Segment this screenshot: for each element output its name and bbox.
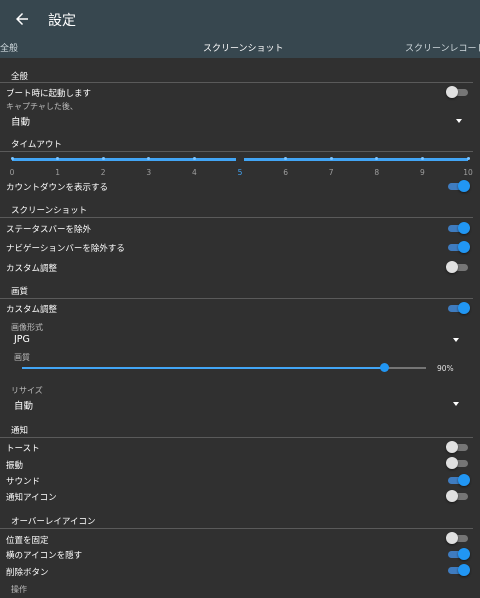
section-header-general: 全般 — [11, 72, 29, 82]
countdown-toggle[interactable] — [446, 179, 472, 193]
quality-slider-thumb[interactable] — [380, 363, 389, 372]
delete-button-toggle[interactable] — [446, 563, 472, 577]
exclude-status-toggle[interactable] — [446, 221, 472, 235]
tab-general[interactable]: 全般 — [0, 41, 18, 54]
exclude-status-label: ステータスバーを除外 — [6, 225, 92, 235]
operation-label: 操作 — [11, 585, 27, 594]
timeout-tick-label: 3 — [146, 168, 152, 177]
divider — [0, 437, 473, 438]
timeout-tick-label: 6 — [283, 168, 288, 177]
boot-start-label: ブート時に起動します — [6, 89, 92, 99]
section-header-timeout: タイムアウト — [11, 140, 62, 150]
section-header-overlay: オーバーレイアイコン — [11, 517, 96, 527]
notify-icon-label: 通知アイコン — [6, 493, 57, 503]
timeout-tick-label: 10 — [463, 168, 473, 177]
timeout-tick[interactable] — [101, 157, 105, 160]
timeout-slider-left-segment — [12, 158, 236, 161]
divider — [0, 528, 473, 529]
section-header-screenshot: スクリーンショット — [11, 206, 88, 216]
divider — [0, 151, 473, 152]
timeout-tick[interactable] — [420, 157, 424, 160]
image-format-dropdown[interactable]: JPG — [14, 334, 30, 345]
fix-position-label: 位置を固定 — [6, 536, 49, 546]
vibrate-toggle[interactable] — [446, 456, 472, 470]
timeout-slider-right-segment — [244, 158, 468, 161]
screenshot-custom-label: カスタム調整 — [6, 264, 58, 274]
quality-value: 90% — [437, 364, 454, 373]
timeout-tick-label: 5 — [237, 168, 243, 177]
page-title: 設定 — [48, 13, 76, 29]
divider — [0, 298, 473, 299]
image-format-label: 画像形式 — [11, 323, 43, 332]
countdown-label: カウントダウンを表示する — [6, 183, 109, 193]
section-header-quality: 画質 — [11, 287, 29, 297]
timeout-tick-label: 8 — [374, 168, 380, 177]
timeout-tick-label: 1 — [55, 168, 60, 177]
timeout-tick[interactable] — [192, 157, 196, 160]
timeout-tick-label: 9 — [420, 168, 425, 177]
timeout-tick[interactable] — [466, 157, 470, 160]
timeout-tick-label: 7 — [328, 168, 334, 177]
quality-slider-fill — [22, 367, 384, 369]
boot-start-toggle[interactable] — [446, 85, 472, 99]
section-header-notify: 通知 — [11, 426, 29, 436]
timeout-tick-label: 2 — [100, 168, 106, 177]
timeout-tick-label: 4 — [192, 168, 197, 177]
delete-button-label: 削除ボタン — [6, 568, 49, 578]
screenshot-custom-toggle[interactable] — [446, 260, 472, 274]
toast-toggle[interactable] — [446, 440, 472, 454]
quality-custom-label: カスタム調整 — [6, 305, 58, 315]
chevron-down-icon[interactable] — [453, 402, 459, 406]
resize-dropdown[interactable]: 自動 — [14, 398, 33, 412]
vibrate-label: 振動 — [6, 461, 24, 471]
chevron-down-icon[interactable] — [456, 119, 462, 123]
after-capture-dropdown[interactable]: 自動 — [11, 114, 30, 128]
tab-screen-record[interactable]: スクリーンレコード — [405, 41, 480, 54]
notify-icon-toggle[interactable] — [446, 489, 472, 503]
settings-list: 全般 ブート時に起動します キャプチャした後、 自動 タイムアウト 0 1 2 3 4 5… — [0, 58, 480, 598]
divider — [0, 217, 473, 218]
timeout-tick[interactable] — [10, 157, 14, 160]
hide-side-label: 横のアイコンを隠す — [6, 551, 83, 561]
app-bar: 設定 — [0, 0, 480, 38]
hide-side-toggle[interactable] — [446, 547, 472, 561]
tab-screenshot[interactable]: スクリーンショット — [203, 41, 284, 54]
arrow-left-icon[interactable] — [13, 10, 31, 28]
fix-position-toggle[interactable] — [446, 531, 472, 545]
after-capture-label: キャプチャした後、 — [6, 102, 78, 111]
timeout-tick[interactable] — [329, 157, 333, 160]
exclude-nav-toggle[interactable] — [446, 240, 472, 254]
timeout-tick-label: 0 — [9, 168, 15, 177]
sound-label: サウンド — [6, 477, 41, 487]
exclude-nav-label: ナビゲーションバーを除外する — [6, 244, 125, 254]
tab-bar: 全般 スクリーンショット スクリーンレコード — [0, 38, 480, 58]
toast-label: トースト — [6, 444, 40, 454]
sound-toggle[interactable] — [446, 473, 472, 487]
chevron-down-icon[interactable] — [453, 338, 459, 342]
divider — [0, 82, 473, 83]
quality-label: 画質 — [14, 353, 30, 362]
quality-custom-toggle[interactable] — [446, 301, 472, 315]
resize-label: リサイズ — [11, 386, 43, 395]
